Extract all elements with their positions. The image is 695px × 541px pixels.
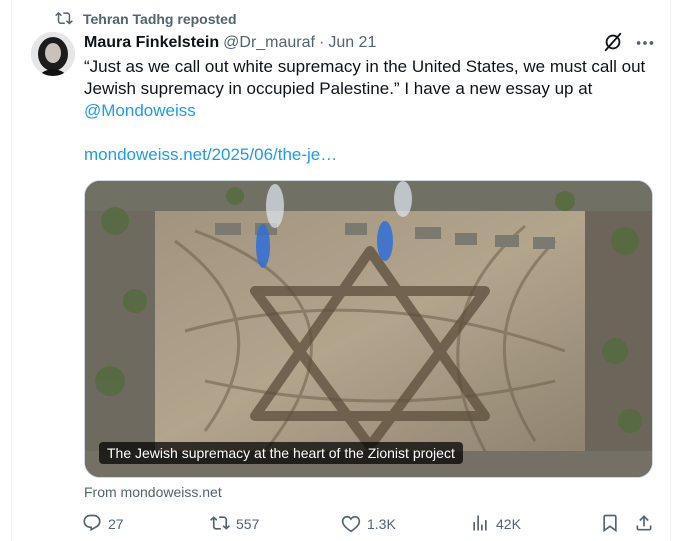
author-name[interactable]: Maura Finkelstein xyxy=(84,34,219,52)
bookmark-icon xyxy=(600,513,620,536)
article-link[interactable]: mondoweiss.net/2025/06/the-je… xyxy=(84,145,337,165)
action-bar: 27 557 1.3K 42K xyxy=(82,512,662,536)
tweet-text-line: “Just as we call out white supremacy in … xyxy=(84,57,646,76)
tweet-card[interactable]: Tehran Tadhg reposted Maura Finkelstein … xyxy=(11,0,671,541)
author-handle[interactable]: @Dr_mauraf xyxy=(223,34,315,52)
repost-label[interactable]: Tehran Tadhg reposted xyxy=(83,11,237,27)
mention-link[interactable]: @Mondoweiss xyxy=(84,100,664,122)
reply-count: 27 xyxy=(108,516,124,532)
avatar[interactable] xyxy=(31,32,75,76)
repost-count: 557 xyxy=(236,516,260,532)
bookmark-button[interactable] xyxy=(600,512,620,536)
like-button[interactable]: 1.3K xyxy=(341,512,396,536)
reply-icon xyxy=(82,513,102,536)
share-icon xyxy=(634,513,654,536)
reply-button[interactable]: 27 xyxy=(82,512,124,536)
repost-button[interactable]: 557 xyxy=(210,512,259,536)
header-separator: · xyxy=(318,34,325,51)
share-button[interactable] xyxy=(634,512,654,536)
repost-indicator: Tehran Tadhg reposted xyxy=(55,9,237,29)
tweet-date[interactable]: Jun 21 xyxy=(328,34,376,52)
tweet-text: “Just as we call out white supremacy in … xyxy=(84,56,664,122)
heart-icon xyxy=(341,513,361,536)
grok-icon[interactable] xyxy=(602,31,624,53)
analytics-icon xyxy=(470,513,490,536)
link-source[interactable]: From mondoweiss.net xyxy=(84,484,222,500)
view-count: 42K xyxy=(496,516,521,532)
more-options-icon[interactable] xyxy=(634,32,656,54)
repost-icon xyxy=(55,9,73,30)
like-count: 1.3K xyxy=(367,516,396,532)
media-caption: The Jewish supremacy at the heart of the… xyxy=(99,442,463,464)
link-card-image[interactable]: The Jewish supremacy at the heart of the… xyxy=(84,180,653,478)
repost-icon xyxy=(210,513,230,536)
tweet-text-line: Jewish supremacy in occupied Palestine.”… xyxy=(84,79,593,98)
views-button[interactable]: 42K xyxy=(470,512,521,536)
tweet-header: Maura Finkelstein @Dr_mauraf · Jun 21 xyxy=(84,33,376,53)
